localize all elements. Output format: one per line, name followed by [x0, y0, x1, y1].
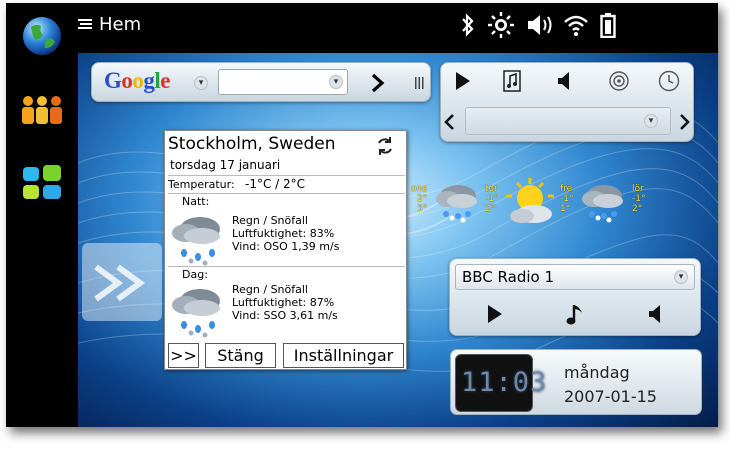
music-note-icon[interactable]: [503, 70, 521, 92]
battery-icon[interactable]: [600, 12, 616, 38]
search-go-icon[interactable]: [370, 73, 386, 93]
volume-icon[interactable]: [526, 12, 556, 38]
menu-button[interactable]: Hem: [78, 14, 141, 35]
day-humidity: Luftfuktighet: 87%: [232, 296, 335, 309]
applications-icon[interactable]: [22, 165, 62, 201]
digital-clock: 11:03: [455, 354, 548, 412]
temperature-value: -1°C / 2°C: [245, 177, 306, 191]
drag-handle-icon[interactable]: [414, 75, 424, 91]
forecast-high: 2°: [417, 194, 428, 204]
search-input[interactable]: ▾: [218, 69, 348, 95]
divider: [168, 193, 405, 194]
next-arrow-icon[interactable]: [679, 113, 691, 131]
snow-cloud-icon: [582, 185, 623, 223]
expand-arrow-panel[interactable]: [82, 243, 162, 321]
forecast-low: 1°: [560, 204, 571, 214]
search-history-dropdown[interactable]: ▾: [329, 75, 343, 89]
snow-rain-cloud-icon: [172, 217, 220, 266]
chevron-down-icon[interactable]: ▾: [644, 114, 658, 128]
forecast-low: 2°: [485, 204, 496, 214]
day-wind: Vind: SSO 3,61 m/s: [232, 309, 338, 322]
menu-icon: [78, 18, 92, 29]
double-chevron-icon: [94, 264, 146, 302]
forecast-date: torsdag 17 januari: [170, 158, 281, 172]
night-wind: Vind: OSO 1,39 m/s: [232, 240, 340, 253]
google-logo: Google: [104, 68, 170, 93]
station-name: BBC Radio 1: [462, 268, 555, 286]
forecast-day: ons: [411, 184, 427, 194]
previous-arrow-icon[interactable]: [443, 113, 455, 131]
radio-widget: BBC Radio 1 ▾: [449, 258, 701, 336]
divider: [168, 175, 405, 176]
play-icon[interactable]: [455, 71, 471, 91]
station-selector[interactable]: BBC Radio 1 ▾: [455, 264, 695, 290]
forecast-high: -1°: [632, 194, 646, 204]
temperature-label: Temperatur:: [168, 178, 235, 191]
forecast-item: ons 2° 3°: [411, 184, 427, 214]
snow-cloud-icon: [436, 185, 477, 223]
snow-rain-cloud-icon: [172, 289, 220, 338]
night-label: Natt:: [182, 195, 210, 208]
radio-icon[interactable]: [607, 69, 631, 93]
divider: [168, 266, 405, 267]
clock-widget[interactable]: 11:03 måndag 2007-01-15: [450, 349, 702, 415]
brightness-icon[interactable]: [487, 12, 515, 38]
day-condition: Regn / Snöfall: [232, 283, 308, 296]
media-player-widget: ▾: [440, 62, 694, 142]
clock-icon[interactable]: [657, 69, 681, 93]
day-conditions: Regn / Snöfall Luftfuktighet: 87% Vind: …: [232, 283, 338, 322]
volume-icon[interactable]: [557, 71, 573, 91]
chevron-down-icon[interactable]: ▾: [194, 76, 208, 90]
page-title: Hem: [99, 14, 142, 35]
forecast-low: 3°: [417, 204, 428, 214]
forecast-high: -1°: [485, 194, 499, 204]
partly-cloudy-icon: [506, 178, 554, 223]
play-icon[interactable]: [487, 304, 503, 324]
forecast-item: tor -1° 2°: [485, 184, 498, 214]
night-condition: Regn / Snöfall: [232, 214, 308, 227]
weather-detail-panel: Stockholm, Sweden torsdag 17 januari Tem…: [164, 130, 407, 370]
wifi-icon[interactable]: [563, 12, 589, 38]
globe-icon[interactable]: [21, 15, 63, 57]
chevron-down-icon[interactable]: ▾: [674, 270, 688, 284]
sidebar: [6, 3, 78, 427]
forecast-item: fre -1° 1°: [560, 184, 573, 214]
close-button[interactable]: Stäng: [205, 343, 276, 368]
music-note-icon[interactable]: [566, 302, 584, 326]
forecast-day: tor: [485, 184, 498, 194]
refresh-icon[interactable]: [375, 136, 395, 156]
night-humidity: Luftfuktighet: 83%: [232, 227, 335, 240]
forecast-high: -1°: [560, 194, 574, 204]
forecast-day: lör: [632, 184, 644, 194]
bluetooth-icon[interactable]: [460, 12, 476, 38]
forecast-low: 2°: [632, 204, 643, 214]
google-search-widget: Google ▾ ▾: [91, 62, 431, 102]
forecast-day: fre: [560, 184, 573, 194]
contacts-icon[interactable]: [18, 95, 66, 125]
settings-button[interactable]: Inställningar: [283, 343, 404, 368]
clock-weekday: måndag: [564, 363, 630, 382]
night-conditions: Regn / Snöfall Luftfuktighet: 83% Vind: …: [232, 214, 339, 253]
forecast-item: lör -1° 2°: [632, 184, 645, 214]
city-name: Stockholm, Sweden: [168, 134, 336, 154]
more-button[interactable]: >>: [168, 343, 199, 368]
track-selector[interactable]: ▾: [465, 107, 671, 135]
day-label: Dag:: [182, 268, 208, 281]
clock-time: 11:03: [461, 367, 548, 398]
clock-date: 2007-01-15: [564, 387, 657, 406]
volume-icon[interactable]: [648, 304, 664, 324]
